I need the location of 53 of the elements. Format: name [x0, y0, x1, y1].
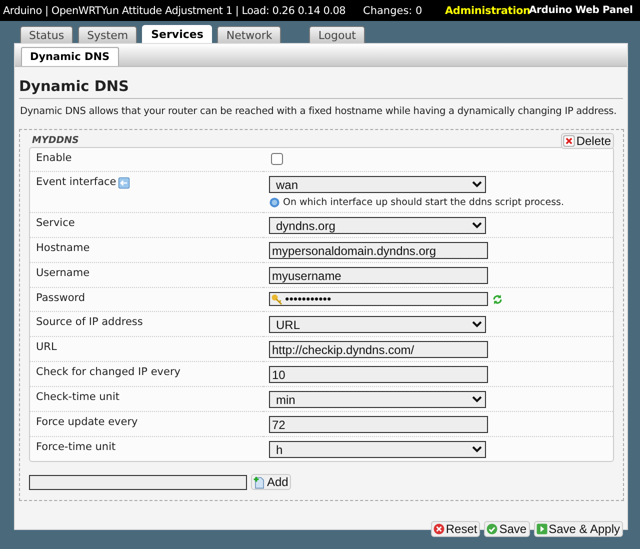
field-label: Force-time unit — [36, 441, 116, 454]
field-label: Hostname — [36, 242, 90, 255]
select-field[interactable]: min — [269, 391, 486, 408]
mode-label: Administration — [445, 4, 529, 18]
action-button[interactable]: Save & Apply — [534, 521, 623, 537]
field-label: Check-time unit — [36, 391, 120, 404]
text-field[interactable]: myusername — [269, 267, 488, 284]
select-field[interactable]: URL — [269, 316, 486, 333]
nav-tab[interactable]: Services — [142, 25, 212, 43]
nav-tab[interactable]: Network — [217, 26, 282, 43]
text-field[interactable]: 10 — [269, 366, 488, 383]
delete-button[interactable]: Delete — [561, 132, 614, 148]
nav-tab[interactable]: Logout — [309, 26, 365, 43]
select-field[interactable]: h — [269, 441, 486, 458]
arrow-icon — [118, 176, 130, 188]
field-label: Source of IP address — [36, 316, 143, 329]
name-field[interactable] — [29, 474, 247, 490]
field-label: Force update every — [36, 416, 138, 429]
add-button[interactable]: Add — [251, 474, 292, 490]
enable-checkbox[interactable] — [271, 153, 283, 165]
section-title: MYDDNS — [32, 135, 79, 146]
page-description: Dynamic DNS allows that your router can be reached with a fixed hostname while having a dynamically changing IP address. — [20, 106, 618, 117]
nav-tab[interactable]: System — [78, 26, 138, 43]
changes-count: Changes: 0 — [363, 4, 424, 18]
field-label: URL — [36, 341, 57, 354]
field-label: Check for changed IP every — [36, 366, 180, 379]
text-field[interactable]: 72 — [269, 416, 488, 433]
check-icon — [486, 523, 498, 535]
refresh-icon — [492, 294, 503, 304]
password-field[interactable]: ••••••••••• — [269, 292, 488, 306]
field-label: Enable — [36, 152, 72, 165]
help-icon — [269, 197, 280, 208]
field-label: Password — [36, 292, 86, 305]
select-field[interactable]: wan — [269, 176, 486, 193]
nav-tab[interactable]: Status — [20, 26, 74, 43]
page-heading: Dynamic DNS — [19, 79, 623, 99]
select-field[interactable]: dyndns.org — [269, 217, 486, 234]
field-label: Service — [36, 217, 75, 230]
cancel-icon — [432, 523, 445, 535]
window-title: Arduino | OpenWRTYun Attitude Adjustment 1 | Load: 0.26 0.14 0.08 — [3, 4, 347, 18]
action-button[interactable]: Save — [484, 521, 530, 537]
text-field[interactable]: http://checkip.dyndns.com/ — [269, 341, 488, 358]
sub-tab[interactable]: Dynamic DNS — [21, 47, 119, 66]
key-icon — [271, 293, 283, 305]
new-page-icon — [253, 476, 266, 488]
action-button[interactable]: Reset — [430, 521, 480, 537]
field-label: Username — [36, 267, 90, 280]
help-text: On which interface up should start the ddns script process. — [283, 196, 564, 209]
web-panel-link[interactable]: Arduino Web Panel — [529, 4, 633, 18]
text-field[interactable]: mypersonaldomain.dyndns.org — [269, 242, 488, 259]
play-icon — [536, 523, 548, 535]
close-icon — [563, 134, 576, 146]
field-label: Event interface — [36, 176, 116, 189]
